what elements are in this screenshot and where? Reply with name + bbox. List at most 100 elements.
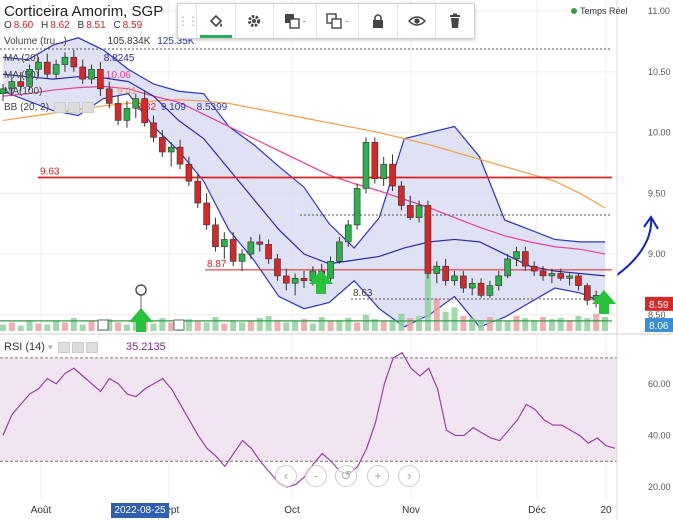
candle-body <box>548 273 556 277</box>
candle-body <box>486 285 494 296</box>
volume-bar <box>469 318 476 331</box>
ohlc-readout: O 8.60 H 8.62 B 8.51 C 8.59 <box>4 20 147 31</box>
volume-bar <box>345 318 352 331</box>
candle-body <box>291 278 299 284</box>
volume-bar <box>513 315 520 331</box>
eye-icon <box>407 16 426 26</box>
paint-bucket-icon <box>209 14 222 28</box>
y-tick-label: 9.00 <box>648 249 666 259</box>
volume-bar <box>0 324 6 331</box>
volume-bar <box>292 321 299 331</box>
indicator-volume[interactable]: Volume (tru...) 105.834K 125.35K <box>4 36 194 47</box>
volume-bar <box>61 322 68 331</box>
volume-badge-label: 8.06 <box>649 321 669 332</box>
volume-bar <box>522 318 529 331</box>
candle-body <box>176 146 184 165</box>
blue-drawn-arrow <box>616 218 653 276</box>
volume-bar <box>283 322 290 331</box>
candle-body <box>221 239 228 248</box>
volume-bar <box>88 321 95 331</box>
lock-icon <box>373 14 384 28</box>
volume-bar <box>540 317 547 331</box>
volume-bar <box>309 323 316 331</box>
volume-bar <box>504 321 511 331</box>
volume-bar <box>44 324 51 331</box>
indicator-ma50[interactable]: MA (50) 10.06 <box>4 70 131 81</box>
layers-front-icon <box>284 14 300 29</box>
open-key: O <box>4 20 12 31</box>
candle-body <box>583 285 591 301</box>
delete-button[interactable] <box>435 4 474 38</box>
candle-body <box>530 265 538 272</box>
rsi-label[interactable]: RSI (14) ▾ <box>4 341 98 353</box>
volume-bar <box>566 320 573 331</box>
lock-button[interactable] <box>358 4 397 38</box>
visibility-button[interactable] <box>396 4 436 38</box>
bb-value-3: 8.5399 <box>196 102 228 114</box>
close-value: 8.59 <box>122 20 143 31</box>
candle-body <box>477 282 485 296</box>
toolbar-drag-handle[interactable]: ⋮⋮ <box>177 4 199 38</box>
volume-bar <box>602 317 608 331</box>
send-backward-button[interactable]: - <box>315 4 359 38</box>
ma50-value: 10.06 <box>105 70 131 81</box>
candle-body <box>522 251 529 267</box>
volume-bar <box>194 321 201 331</box>
volume-bar <box>433 298 440 331</box>
ma100-value: 9.41 <box>117 86 137 97</box>
selection-handle-icon <box>135 284 147 296</box>
volume-bar <box>451 307 458 331</box>
low-key: B <box>77 20 85 31</box>
candle-body <box>406 205 414 218</box>
scroll-right-button[interactable]: › <box>398 465 420 487</box>
candle-body <box>451 275 458 282</box>
x-tick-label: Août <box>31 505 52 516</box>
candle-body <box>185 163 193 182</box>
indicator-bb[interactable]: BB (20, 2) 8.82 9.109 8.5399 <box>4 102 227 113</box>
candle-body <box>557 273 565 279</box>
volume-value-1: 105.834K <box>107 36 151 47</box>
rsi-y-tick-label: 60.00 <box>648 379 671 389</box>
y-tick-label: 11.00 <box>648 6 670 16</box>
zoom-out-button[interactable]: - <box>305 465 327 487</box>
rsi-controls-icon[interactable] <box>56 341 98 353</box>
level-label: 8.63 <box>353 288 373 299</box>
scroll-left-button[interactable]: ‹ <box>275 465 297 487</box>
reset-zoom-button[interactable]: ↺ <box>335 465 357 487</box>
volume-bar <box>478 320 485 331</box>
bring-forward-button[interactable]: - <box>273 4 316 38</box>
candle-body <box>371 141 379 180</box>
candle-body <box>300 278 308 282</box>
volume-bar <box>398 313 405 331</box>
last-price-label: 8.59 <box>649 300 669 311</box>
volume-bar <box>26 320 33 331</box>
candle-body <box>344 224 352 243</box>
volume-bar <box>79 324 86 331</box>
volume-bar <box>35 323 42 331</box>
rsi-value: 35.2135 <box>126 341 166 353</box>
fill-color-button[interactable] <box>196 4 235 38</box>
open-value: 8.60 <box>13 20 34 31</box>
candle-body <box>442 265 449 282</box>
crosshair-date-badge: 2022-08-25 <box>111 503 169 518</box>
x-tick-label: Nov <box>402 505 420 516</box>
volume-bar <box>239 322 246 331</box>
volume-bar <box>460 315 467 331</box>
y-tick-label: 10.50 <box>648 67 671 77</box>
indicator-controls-icon[interactable] <box>52 102 94 113</box>
volume-bar <box>557 318 564 331</box>
layers-back-icon <box>326 13 343 29</box>
chart-title: Corticeira Amorim, SGP <box>4 3 164 20</box>
candle-body <box>159 137 166 153</box>
settings-button[interactable] <box>234 4 274 38</box>
candle-body <box>575 275 582 286</box>
volume-bar <box>486 317 493 331</box>
live-dot-icon <box>571 8 577 14</box>
ma20-value: 8.8245 <box>103 53 135 64</box>
indicator-ma20[interactable]: MA (20) 8.8245 <box>4 53 134 64</box>
zoom-in-button[interactable]: + <box>367 465 389 487</box>
indicator-ma100[interactable]: MA(100) 9.41 <box>4 86 137 97</box>
candle-body <box>203 202 210 226</box>
candle-body <box>274 258 281 277</box>
volume-bar <box>256 318 263 331</box>
